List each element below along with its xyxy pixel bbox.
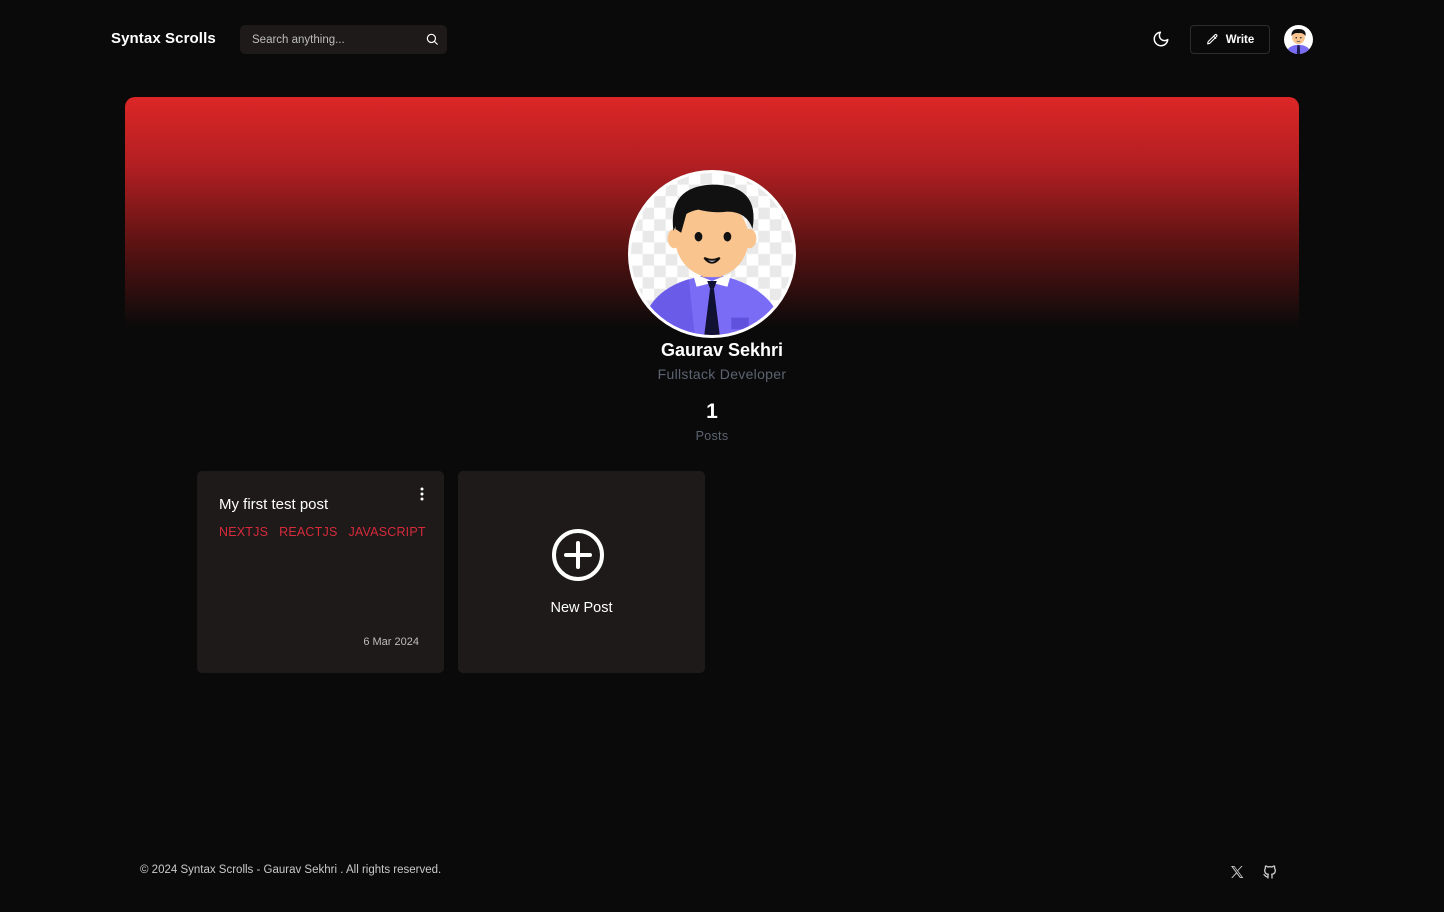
profile-name: Gaurav Sekhri [660,340,784,360]
search-icon[interactable] [425,32,439,46]
profile-avatar [628,170,796,338]
new-post-label: New Post [550,600,613,616]
post-date: 6 Mar 2024 [363,636,419,648]
avatar-illustration [631,173,793,335]
post-title[interactable]: My first test post [219,496,328,513]
kebab-menu-icon[interactable] [415,486,429,502]
posts-count-label: Posts [695,429,729,443]
avatar-illustration [1284,25,1313,54]
brand-logo[interactable]: Syntax Scrolls [111,30,216,47]
user-avatar[interactable] [1284,25,1313,54]
profile-page: Syntax Scrolls Write [0,0,1444,912]
moon-icon[interactable] [1152,30,1170,48]
write-button-label: Write [1225,33,1255,46]
footer-copyright: © 2024 Syntax Scrolls - Gaurav Sekhri . … [140,864,442,876]
plus-circle-icon [552,529,604,581]
tag-javascript[interactable]: JAVASCRIPT [348,525,425,539]
tag-reactjs[interactable]: REACTJS [279,525,337,539]
pencil-icon [1206,34,1218,45]
tag-nextjs[interactable]: NEXTJS [219,525,268,539]
profile-role: Fullstack Developer [657,366,787,382]
new-post-card[interactable]: New Post [458,471,705,673]
post-card[interactable]: My first test post NEXTJS REACTJS JAVASC… [197,471,444,673]
github-icon[interactable] [1262,864,1278,880]
search-input[interactable] [240,25,420,54]
posts-count: 1 [706,400,718,423]
x-twitter-icon[interactable] [1229,864,1245,880]
post-tags: NEXTJS REACTJS JAVASCRIPT [219,525,426,539]
top-navbar: Syntax Scrolls Write [0,0,1444,78]
write-button[interactable]: Write [1190,25,1270,54]
search-box [240,25,447,54]
